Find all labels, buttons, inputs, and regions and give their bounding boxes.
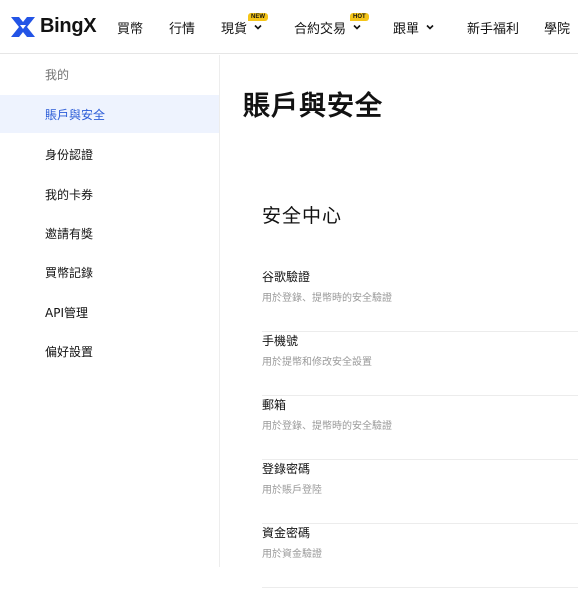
nav-markets[interactable]: 行情: [169, 0, 195, 54]
nav-spot[interactable]: 現貨: [221, 0, 263, 54]
top-nav-bar: BingX 買幣 行情 現貨 NEW 合約交易 HOT 跟單 新手福利 學院: [0, 0, 578, 54]
security-item-title: 手機號: [262, 334, 299, 348]
nav-academy[interactable]: 學院: [544, 0, 570, 54]
sidebar-item-label: 我的卡券: [45, 187, 94, 202]
brand-name: BingX: [40, 15, 97, 37]
nav-label: 現貨: [221, 21, 248, 37]
nav-buy-crypto[interactable]: 買幣: [117, 0, 143, 54]
sidebar-item-label: 買幣記錄: [45, 265, 94, 280]
sidebar-item-label: 身份認證: [45, 147, 94, 162]
nav-label: 跟單: [393, 21, 420, 37]
nav-label: 學院: [544, 21, 571, 37]
chevron-down-icon: [254, 24, 262, 30]
security-item-desc: 用於登錄、提幣時的安全驗證: [262, 293, 392, 304]
sidebar-item-coupons[interactable]: 我的卡券: [0, 175, 219, 213]
sidebar-item-buy-history[interactable]: 買幣記錄: [0, 253, 219, 291]
security-item-title: 郵箱: [262, 398, 287, 412]
bingx-logo-icon: [11, 16, 35, 37]
sidebar-item-api[interactable]: API管理: [0, 293, 219, 331]
nav-label: 合約交易: [294, 21, 347, 37]
security-item-fund-password[interactable]: 資金密碼 用於資金驗證: [262, 524, 578, 588]
sidebar-item-account-security[interactable]: 賬戶與安全: [0, 95, 219, 133]
security-item-login-password[interactable]: 登錄密碼 用於賬戶登陸: [262, 460, 578, 524]
chevron-down-icon: [426, 24, 434, 30]
new-badge: NEW: [248, 13, 268, 21]
sidebar-item-label: 賬戶與安全: [45, 107, 106, 122]
chevron-down-icon: [353, 24, 361, 30]
security-item-title: 資金密碼: [262, 526, 311, 540]
security-item-desc: 用於提幣和修改安全設置: [262, 357, 372, 368]
security-item-desc: 用於賬戶登陸: [262, 485, 322, 496]
page-title: 賬戶與安全: [243, 91, 383, 122]
sidebar-item-label: API管理: [45, 305, 88, 320]
sidebar-item-identity[interactable]: 身份認證: [0, 135, 219, 173]
hot-badge: HOT: [350, 13, 369, 21]
security-item-desc: 用於登錄、提幣時的安全驗證: [262, 421, 392, 432]
sidebar-item-label: 我的: [45, 67, 70, 82]
sidebar-item-label: 偏好設置: [45, 344, 94, 359]
nav-label: 行情: [169, 21, 196, 37]
security-item-title: 登錄密碼: [262, 462, 311, 476]
security-item-desc: 用於資金驗證: [262, 549, 322, 560]
security-item-phone[interactable]: 手機號 用於提幣和修改安全設置: [262, 332, 578, 396]
section-title: 安全中心: [262, 205, 343, 227]
nav-futures[interactable]: 合約交易: [294, 0, 362, 54]
sidebar-item-referral[interactable]: 邀請有獎: [0, 214, 219, 252]
nav-newbie-rewards[interactable]: 新手福利: [467, 0, 519, 54]
security-item-title: 谷歌驗證: [262, 270, 311, 284]
security-item-google-auth[interactable]: 谷歌驗證 用於登錄、提幣時的安全驗證: [262, 268, 578, 332]
sidebar-item-my: 我的: [0, 55, 219, 93]
account-sidebar: 我的 賬戶與安全 身份認證 我的卡券 邀請有獎 買幣記錄 API管理 偏好設置: [0, 55, 220, 567]
nav-copy-trading[interactable]: 跟單: [393, 0, 435, 54]
security-item-email[interactable]: 郵箱 用於登錄、提幣時的安全驗證: [262, 396, 578, 460]
nav-label: 買幣: [117, 21, 144, 37]
sidebar-item-label: 邀請有獎: [45, 226, 94, 241]
sidebar-item-preferences[interactable]: 偏好設置: [0, 332, 219, 370]
bingx-logo[interactable]: BingX: [10, 15, 97, 38]
nav-label: 新手福利: [467, 21, 520, 37]
